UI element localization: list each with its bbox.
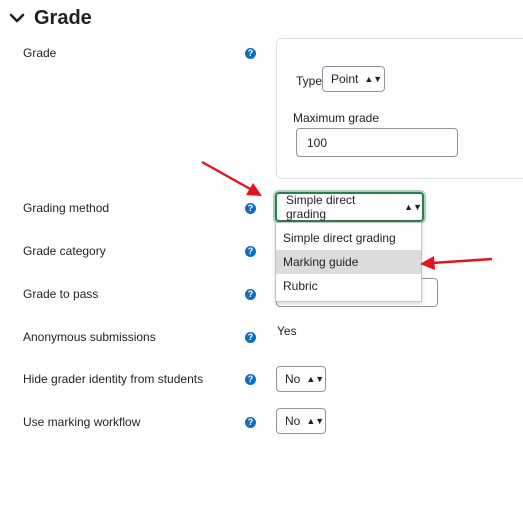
annotation-arrows (201, 160, 493, 270)
arrow-icon (201, 160, 262, 196)
arrow-icon (420, 256, 493, 270)
